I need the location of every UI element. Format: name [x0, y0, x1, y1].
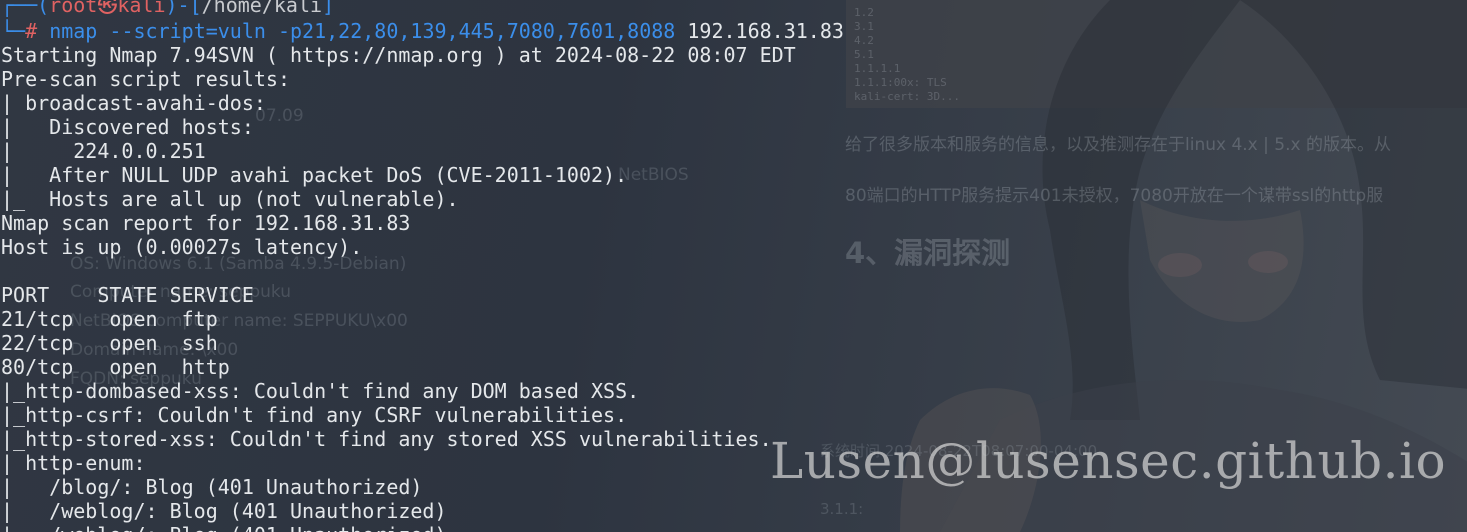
port-row: 22/tcp open ssh — [1, 331, 218, 355]
output-line: Starting Nmap 7.94SVN ( https://nmap.org… — [1, 43, 796, 67]
output-line: | /weblog/: Blog (401 Unauthorized) — [1, 499, 447, 523]
port-row: 21/tcp open ftp — [1, 307, 218, 331]
output-line: | 224.0.0.251 — [1, 139, 206, 163]
prompt-box-top: ┌──( — [1, 0, 50, 17]
output-line: Host is up (0.00027s latency). — [1, 235, 363, 259]
watermark: Lusen@lusensec.github.io — [770, 432, 1447, 490]
output-line: |_http-csrf: Couldn't find any CSRF vuln… — [1, 403, 628, 427]
output-line: Pre-scan script results: — [1, 67, 290, 91]
prompt-box-bottom: └─ — [1, 19, 26, 43]
command-name: nmap — [49, 19, 98, 43]
output-line: | /weblog/: Blog (401 Unauthorized) — [1, 523, 447, 532]
output-line: | After NULL UDP avahi packet DoS (CVE-2… — [1, 163, 628, 187]
command-line: └─# nmap --script=vuln -p21,22,80,139,44… — [1, 19, 844, 43]
prompt-path: /home/kali — [201, 0, 323, 17]
prompt-line: ┌──(root㉿kali)-[/home/kali] — [1, 0, 334, 17]
port-row: 80/tcp open http — [1, 355, 230, 379]
prompt-at-icon: ㉿ — [97, 0, 118, 17]
output-line: | Discovered hosts: — [1, 115, 254, 139]
output-line: Nmap scan report for 192.168.31.83 — [1, 211, 411, 235]
prompt-user: root — [49, 0, 98, 17]
output-line: |_ Hosts are all up (not vulnerable). — [1, 187, 459, 211]
output-line: | broadcast-avahi-dos: — [1, 91, 266, 115]
command-args: --script=vuln -p21,22,80,139,445,7080,76… — [97, 19, 676, 43]
prompt-path-close: ] — [322, 0, 335, 17]
port-table-header: PORT STATE SERVICE — [1, 283, 254, 307]
prompt-path-open: )-[ — [165, 0, 202, 17]
terminal-screen: 1.2 3.1 4.2 5.1 1.1.1.1 1.1.1:00x: TLS k… — [0, 0, 1467, 532]
output-line: | /blog/: Blog (401 Unauthorized) — [1, 475, 423, 499]
prompt-hash: # — [25, 19, 38, 43]
output-line: |_http-dombased-xss: Couldn't find any D… — [1, 379, 640, 403]
output-line: | http-enum: — [1, 451, 146, 475]
prompt-host: kali — [117, 0, 166, 17]
output-line: |_http-stored-xss: Couldn't find any sto… — [1, 427, 772, 451]
command-target: 192.168.31.83 — [675, 19, 844, 43]
